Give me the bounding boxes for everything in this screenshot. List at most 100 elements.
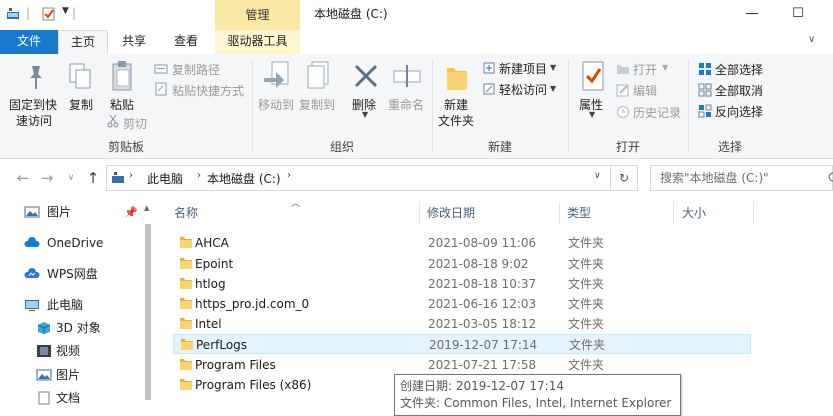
folder-icon [180, 379, 192, 390]
new-folder-button[interactable]: 新建 [444, 96, 468, 113]
scroll-up-icon[interactable]: ▲ [144, 204, 149, 212]
column-divider[interactable] [559, 202, 560, 224]
file-row-hovered[interactable]: PerfLogs 2019-12-07 17:14 文件夹 [173, 334, 751, 354]
column-divider[interactable] [419, 202, 420, 224]
nav-item-label: 3D 对象 [56, 321, 101, 335]
file-list: ︿ 名称 修改日期 类型 大小 AHCA 2021-08-09 11:06 文件… [165, 198, 833, 400]
paste-shortcut-button[interactable]: 粘贴快捷方式 [172, 82, 244, 99]
open-button[interactable]: 打开 [633, 61, 657, 78]
move-to-button[interactable]: 移动到 [258, 96, 294, 113]
folder-icon [180, 298, 192, 309]
column-header-size[interactable]: 大小 [682, 198, 706, 228]
nav-item-label: 图片 [47, 205, 72, 219]
breadcrumb-this-pc[interactable]: 此电脑 [147, 170, 183, 187]
folder-icon [180, 359, 192, 370]
nav-pane-scrollbar[interactable]: ▲ [143, 204, 153, 400]
properties-check-icon[interactable] [42, 7, 56, 21]
computer-icon[interactable] [6, 7, 20, 21]
file-name: Program Files (x86) [195, 378, 312, 392]
easy-access-dropdown-icon[interactable]: ▼ [550, 84, 556, 93]
scrollbar-thumb[interactable] [145, 224, 151, 400]
column-header-date[interactable]: 修改日期 [427, 198, 475, 228]
file-type: 文件夹 [568, 297, 605, 311]
column-divider[interactable] [753, 202, 754, 224]
new-item-dropdown-icon[interactable]: ▼ [550, 63, 556, 72]
up-arrow-icon[interactable]: ↑ [84, 169, 102, 187]
window-title: 本地磁盘 (C:) [314, 7, 388, 21]
sort-ascending-icon: ︿ [291, 199, 301, 209]
tab-home[interactable]: 主页 [58, 30, 108, 55]
rename-button[interactable]: 重命名 [388, 96, 424, 113]
tooltip-created-date: 创建日期: 2019-12-07 17:14 [400, 379, 564, 393]
delete-dropdown-icon[interactable]: ▼ [362, 110, 368, 119]
copy-path-button[interactable]: 复制路径 [172, 61, 220, 78]
forward-arrow-icon[interactable]: → [38, 169, 56, 187]
file-row[interactable]: AHCA 2021-08-09 11:06 文件夹 [173, 233, 751, 253]
minimize-button[interactable]: — [729, 0, 775, 30]
nav-item-label: OneDrive [47, 236, 104, 250]
breadcrumb-local-disk[interactable]: 本地磁盘 (C:) [207, 170, 281, 187]
tab-view[interactable]: 查看 [163, 30, 209, 54]
invert-selection-button[interactable]: 反向选择 [715, 103, 763, 120]
properties-dropdown-icon[interactable]: ▼ [589, 110, 595, 119]
nav-item-label: WPS网盘 [47, 267, 98, 281]
edit-icon [616, 84, 629, 97]
breadcrumb-separator-icon[interactable]: › [197, 170, 201, 181]
breadcrumb-separator-icon[interactable]: › [287, 170, 291, 181]
search-input[interactable]: 搜索"本地磁盘 (C:)" [650, 165, 833, 191]
group-clipboard: 剪贴板 [107, 140, 144, 154]
ribbon-collapse-icon[interactable]: ∨ [808, 34, 815, 45]
breadcrumb-separator-icon[interactable]: › [129, 170, 133, 181]
select-none-icon [698, 83, 712, 97]
paste-button[interactable]: 粘贴 [110, 96, 134, 113]
file-row[interactable]: htlog 2021-08-18 10:37 文件夹 [173, 274, 751, 294]
file-name: htlog [195, 277, 226, 291]
column-divider[interactable] [673, 202, 674, 224]
history-icon [617, 106, 629, 118]
column-header-type[interactable]: 类型 [567, 198, 591, 228]
file-row[interactable]: https_pro.jd.com_0 2021-06-16 12:03 文件夹 [173, 294, 751, 314]
copy-button[interactable]: 复制 [69, 96, 93, 113]
file-row[interactable]: Epoint 2021-08-18 9:02 文件夹 [173, 254, 751, 274]
pin-quick-access-button[interactable]: 固定到快 [9, 96, 57, 113]
folder-tooltip: 创建日期: 2019-12-07 17:14 文件夹: Common Files… [394, 374, 681, 416]
qat-dropdown-icon[interactable]: ▼ [62, 6, 69, 16]
cut-button[interactable]: 剪切 [123, 115, 147, 132]
address-dropdown-icon[interactable]: ∨ [594, 171, 601, 181]
tab-share[interactable]: 共享 [112, 30, 156, 54]
recent-locations-icon[interactable]: ∨ [62, 169, 80, 187]
group-organize: 组织 [329, 140, 354, 154]
contextual-tab-header: 管理 [215, 0, 300, 30]
file-date: 2019-12-07 17:14 [429, 338, 538, 352]
column-header-name[interactable]: 名称 [174, 198, 198, 228]
rename-icon [393, 65, 421, 87]
pin-icon[interactable]: 📌 [124, 206, 138, 219]
maximize-button[interactable]: ☐ [775, 0, 821, 30]
edit-button[interactable]: 编辑 [633, 82, 657, 99]
file-row[interactable]: Intel 2021-03-05 18:12 文件夹 [173, 314, 751, 334]
refresh-button[interactable]: ↻ [611, 165, 638, 191]
copy-to-button[interactable]: 复制到 [299, 96, 335, 113]
move-to-icon [264, 61, 289, 88]
new-item-button[interactable]: 新建项目 [499, 60, 547, 77]
file-date: 2021-06-16 12:03 [428, 297, 537, 311]
open-dropdown-icon[interactable]: ▼ [662, 63, 668, 72]
easy-access-button[interactable]: 轻松访问 [499, 81, 547, 98]
address-bar[interactable]: › 此电脑 › 本地磁盘 (C:) › ∨ [106, 165, 611, 191]
computer-icon [25, 300, 39, 311]
folder-icon [180, 278, 192, 289]
select-none-button[interactable]: 全部取消 [715, 82, 763, 99]
back-arrow-icon[interactable]: ← [14, 169, 32, 187]
tab-file[interactable]: 文件 [0, 30, 58, 54]
pin-icon [30, 66, 42, 89]
history-button[interactable]: 历史记录 [633, 104, 681, 121]
3d-objects-icon [37, 322, 51, 334]
paste-shortcut-icon [155, 82, 167, 96]
search-icon[interactable] [827, 172, 833, 184]
computer-icon [112, 172, 124, 183]
file-type: 文件夹 [568, 277, 605, 291]
file-row[interactable]: Program Files 2021-07-21 17:58 文件夹 [173, 355, 751, 375]
select-all-button[interactable]: 全部选择 [715, 61, 763, 78]
tab-drive-tools[interactable]: 驱动器工具 [215, 30, 300, 54]
ribbon-tab-row: 文件 主页 共享 查看 驱动器工具 ∨ [0, 30, 833, 55]
